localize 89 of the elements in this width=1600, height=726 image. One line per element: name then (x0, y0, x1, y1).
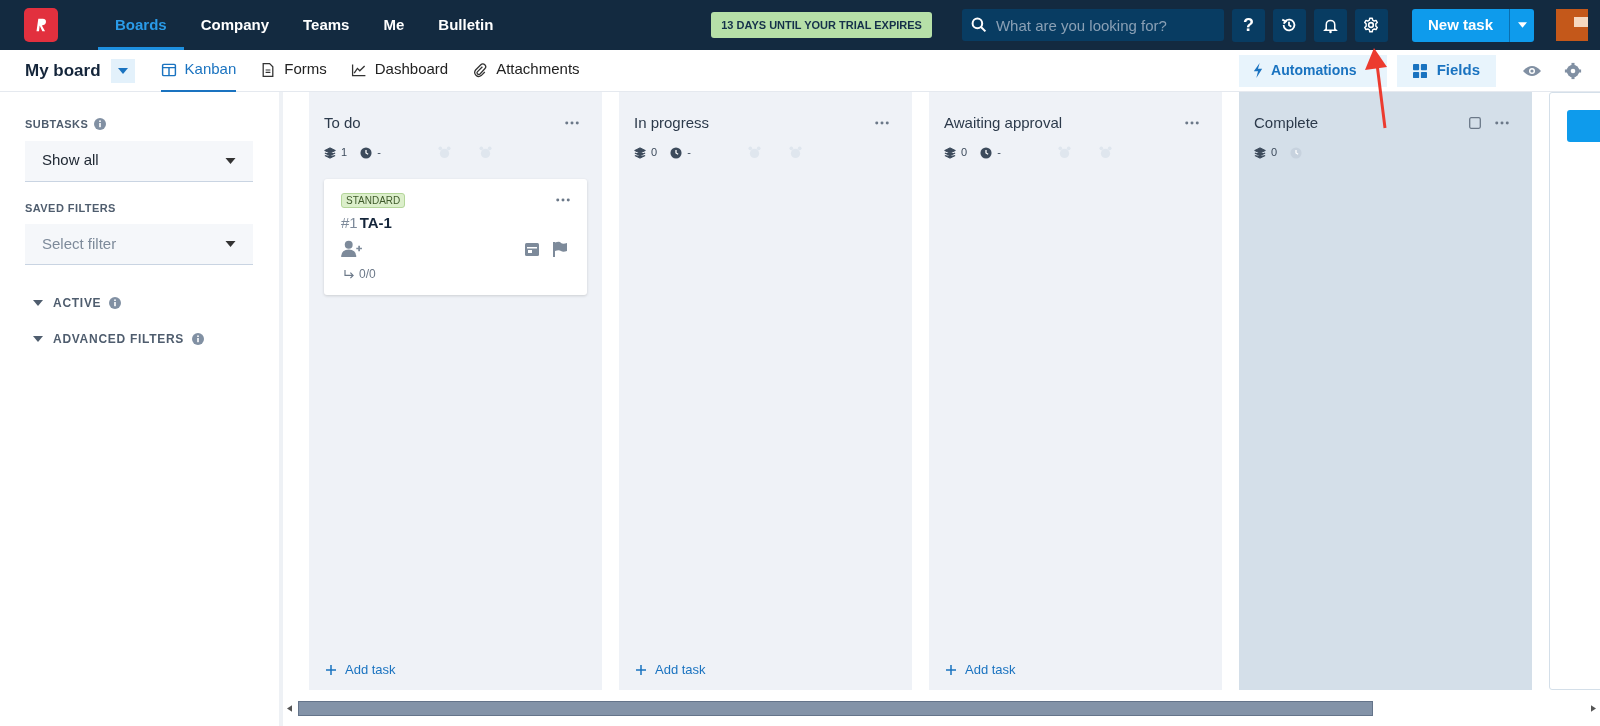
layers-icon (944, 146, 956, 159)
app-logo-icon[interactable] (24, 8, 58, 42)
new-task-dropdown-button[interactable] (1509, 8, 1534, 42)
scroll-right-icon[interactable] (1591, 704, 1596, 712)
horizontal-scrollbar-thumb[interactable] (298, 700, 1373, 716)
view-tab[interactable]: Attachments (472, 49, 580, 92)
trial-badge: 13 DAYS UNTIL YOUR TRIAL EXPIRES (711, 11, 932, 39)
grid-icon (1412, 63, 1427, 78)
clock-icon (980, 146, 993, 159)
history-button[interactable] (1272, 8, 1306, 42)
view-tab[interactable]: Dashboard (350, 49, 449, 92)
subtasks-select[interactable]: Show all (25, 140, 253, 182)
user-avatar[interactable] (1556, 9, 1588, 41)
board-menu-button[interactable] (110, 58, 135, 83)
caret-icon (1517, 22, 1527, 28)
plus-icon (946, 665, 956, 675)
subtask-count: 0/0 (341, 265, 570, 283)
column-title: To do (324, 113, 361, 133)
more-icon[interactable] (1495, 121, 1509, 126)
nav-tab[interactable]: Boards (98, 0, 184, 50)
caret-icon (225, 241, 236, 247)
field-label: SUBTASKS (25, 117, 89, 132)
notifications-button[interactable] (1313, 8, 1347, 42)
board-title: My board (25, 59, 101, 82)
layers-icon (1254, 146, 1266, 159)
automations-button[interactable]: Automations (1239, 54, 1387, 87)
nav-tab[interactable]: Bulletin (421, 0, 511, 50)
add-task-button[interactable]: Add task (324, 660, 587, 680)
plus-icon (636, 665, 646, 675)
task-type-tag: STANDARD (341, 192, 406, 208)
subtask-arrow-icon (344, 269, 355, 279)
column-title: Complete (1254, 113, 1319, 133)
view-tab[interactable]: Forms (260, 49, 327, 92)
info-icon (192, 333, 205, 345)
task-count: 0 (651, 145, 658, 161)
add-task-button[interactable]: Add task (634, 660, 897, 680)
clock-icon (1290, 146, 1303, 159)
task-title: TA-1 (359, 212, 392, 233)
more-icon[interactable] (875, 121, 889, 126)
info-icon (109, 297, 122, 309)
calendar-icon[interactable] (524, 240, 540, 257)
layers-icon (634, 146, 646, 159)
time-total: - (997, 145, 1001, 161)
info-icon (94, 118, 107, 131)
add-person-icon[interactable] (341, 240, 364, 257)
clock-icon (360, 146, 373, 159)
more-icon[interactable] (565, 121, 579, 126)
caret-icon (117, 67, 128, 74)
task-card[interactable]: STANDARD #1TA-1 0/0 (324, 178, 587, 295)
time-total: - (377, 145, 381, 161)
more-icon[interactable] (556, 198, 570, 202)
nav-tab[interactable]: Me (366, 0, 422, 50)
settings-button[interactable] (1354, 8, 1388, 42)
lightning-icon (1253, 63, 1264, 78)
time-total: - (687, 145, 691, 161)
paperclip-icon (472, 61, 489, 78)
scroll-left-icon[interactable] (287, 704, 292, 712)
nav-tab[interactable]: Teams (286, 0, 367, 50)
search-field[interactable]: What are you looking for? (961, 9, 1224, 41)
filter-section-toggle[interactable]: ADVANCED FILTERS (33, 330, 185, 348)
caret-icon (33, 300, 43, 306)
search-icon (970, 17, 987, 33)
column-title: In progress (634, 113, 710, 133)
more-icon[interactable] (1185, 121, 1199, 126)
task-number: #1 (341, 212, 358, 233)
task-count: 1 (341, 145, 348, 161)
plus-icon (326, 665, 336, 675)
clock-icon (670, 146, 683, 159)
caret-icon (33, 336, 43, 342)
saved-filter-select[interactable]: Select filter (25, 224, 253, 265)
settings-icon[interactable] (1564, 61, 1582, 80)
caret-icon (225, 157, 236, 164)
add-task-button[interactable]: Add task (944, 660, 1207, 680)
columns-icon (160, 61, 177, 78)
settings-icon (1362, 16, 1381, 34)
help-button[interactable]: ? (1231, 8, 1265, 42)
eye-icon[interactable] (1522, 63, 1542, 78)
filter-section-toggle[interactable]: ACTIVE (33, 294, 102, 312)
checkbox-icon[interactable] (1469, 117, 1481, 130)
field-label: SAVED FILTERS (25, 200, 117, 216)
view-tab[interactable]: Kanban (160, 49, 237, 92)
layers-icon (324, 146, 336, 159)
line-chart-icon (350, 61, 367, 78)
column-title: Awaiting approval (944, 113, 1063, 133)
nav-tab[interactable]: Company (183, 0, 287, 50)
task-count: 0 (1271, 145, 1278, 161)
flag-icon[interactable] (552, 240, 568, 257)
task-count: 0 (961, 145, 968, 161)
fields-button[interactable]: Fields (1396, 54, 1496, 87)
